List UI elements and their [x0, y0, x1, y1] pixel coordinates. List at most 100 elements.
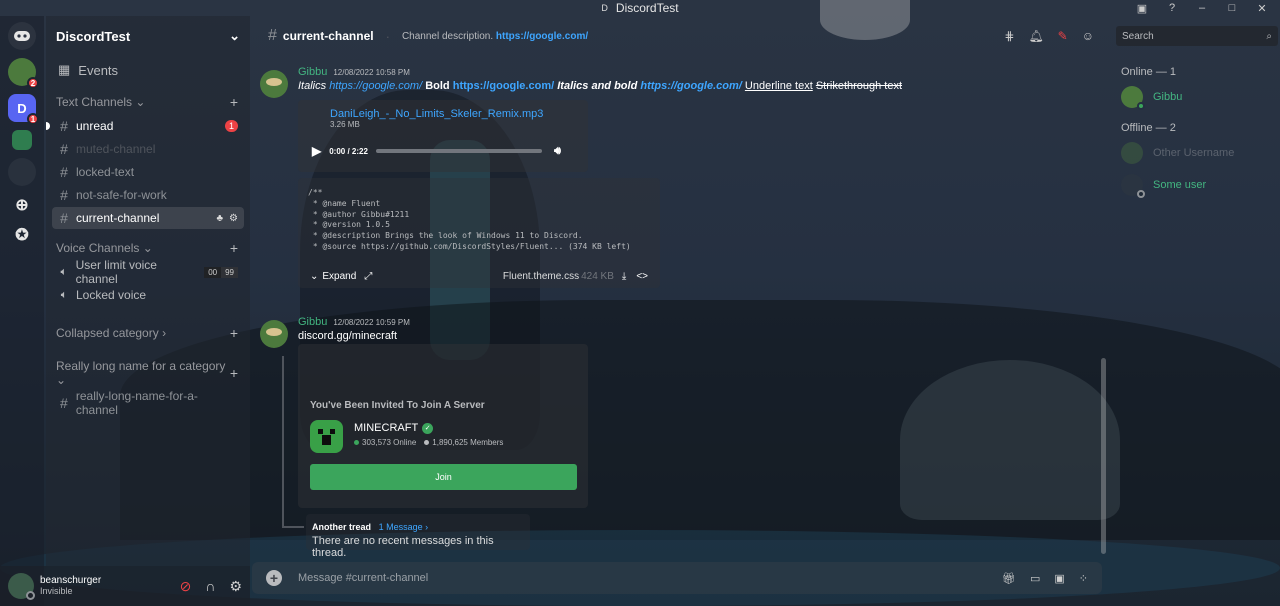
channel-label: really-long-name-for-a-channel	[75, 389, 198, 417]
voice-channel-locked[interactable]: 🔈︎ Locked voice	[52, 284, 244, 306]
gear-icon[interactable]: ⚙	[229, 578, 242, 595]
code-file-name: Fluent.theme.css	[502, 270, 580, 282]
category-text-channels[interactable]: Text Channels ⌄ +	[52, 84, 244, 114]
hash-icon: #	[60, 141, 68, 157]
description-link[interactable]: https://google.com/	[496, 31, 588, 42]
audio-file-size: 3.26 MB	[330, 120, 360, 129]
chevron-right-icon: ›	[162, 326, 167, 340]
explore-servers-icon[interactable]: ✪	[11, 224, 33, 246]
user-panel: beanschurger Invisible ⊘ ∩ ⚙	[0, 566, 250, 606]
attach-plus-icon[interactable]: +	[266, 570, 282, 586]
play-icon[interactable]: ▶	[312, 144, 321, 158]
invite-user-icon[interactable]: ♣	[216, 213, 223, 224]
search-input[interactable]	[1122, 30, 1252, 42]
message-link[interactable]: https://google.com/	[329, 80, 422, 92]
user-limit-badge: 00 99	[204, 266, 238, 278]
microphone-muted-icon[interactable]: ⊘	[180, 578, 192, 595]
message-link[interactable]: https://google.com/	[453, 80, 554, 92]
thread-name[interactable]: Another tread	[312, 522, 371, 532]
avatar[interactable]	[260, 70, 288, 98]
voice-channel-user-limit[interactable]: 🔈︎ User limit voice channel 00 99	[52, 258, 244, 286]
message-content: discord.gg/minecraft	[298, 330, 398, 342]
server-mention-badge: 1	[27, 113, 39, 125]
locked-hash-icon: #	[60, 164, 68, 180]
bold-text: Bold	[425, 80, 450, 92]
channel-unread[interactable]: # unread 1	[46, 115, 244, 137]
volume-icon[interactable]: 🔊︎	[554, 145, 561, 158]
category-label: Really long name for a category	[56, 359, 226, 373]
scrollbar[interactable]	[1101, 358, 1106, 554]
channel-locked-text[interactable]: # locked-text	[52, 161, 244, 183]
category-voice-channels[interactable]: Voice Channels ⌄ +	[52, 230, 244, 260]
sticker-icon[interactable]: ▣	[1054, 572, 1064, 585]
help-icon[interactable]: ?	[1166, 2, 1178, 14]
threads-icon[interactable]: ⋕	[1004, 29, 1014, 43]
member-item[interactable]: Gibbu	[1121, 84, 1271, 110]
expand-arrows-icon[interactable]: ⤢	[364, 271, 372, 282]
message-input[interactable]	[298, 572, 898, 584]
channel-current[interactable]: # current-channel ♣ ⚙	[52, 207, 244, 229]
member-group-header: Online — 1	[1121, 66, 1177, 78]
minimize-button[interactable]: –	[1196, 2, 1208, 14]
bell-icon[interactable]: 🔔︎	[1028, 29, 1043, 43]
channel-title: current-channel	[282, 29, 374, 43]
search-box: ⌕	[1116, 26, 1278, 46]
message-composer: + 🎁︎ ▭ ▣ ⁘	[252, 562, 1102, 594]
channel-label: locked-text	[76, 165, 135, 179]
category-label: Voice Channels	[56, 241, 140, 255]
avatar[interactable]	[260, 320, 288, 348]
member-item[interactable]: Some user	[1121, 172, 1271, 198]
server-folder[interactable]	[8, 158, 36, 186]
add-channel-icon[interactable]: +	[230, 365, 238, 381]
message-author[interactable]: Gibbu	[298, 316, 327, 328]
username[interactable]: beanschurger	[40, 576, 101, 587]
audio-progress-bar[interactable]	[375, 149, 542, 153]
headphones-icon[interactable]: ∩	[205, 578, 215, 595]
discord-home-icon[interactable]	[8, 22, 36, 50]
gif-icon[interactable]: ▭	[1030, 572, 1040, 585]
screen-share-icon[interactable]: ▣	[1136, 2, 1148, 15]
apps-icon[interactable]: ⁘	[1079, 572, 1088, 585]
member-list: Online — 1 Gibbu Offline — 2 Other Usern…	[1112, 56, 1280, 566]
events-item[interactable]: ▦ Events	[52, 56, 244, 84]
add-server-icon[interactable]: ⊕	[11, 194, 33, 216]
guild-header[interactable]: DiscordTest ⌄	[46, 16, 250, 56]
chevron-down-icon: ⌄	[310, 270, 319, 282]
download-icon[interactable]: ⤓	[622, 271, 626, 282]
members-icon[interactable]: ☺	[1082, 29, 1094, 43]
limit-max: 99	[221, 266, 238, 278]
channel-long-name[interactable]: # really-long-name-for-a-channel	[52, 389, 244, 417]
calendar-icon: ▦	[58, 62, 71, 77]
bold-italic-text: Italics and bold	[557, 80, 638, 92]
server-green[interactable]	[12, 130, 32, 150]
code-icon[interactable]: <>	[636, 271, 648, 282]
thread-preview[interactable]: Another tread 1 Message › There are no r…	[306, 514, 530, 559]
category-collapsed[interactable]: Collapsed category › +	[52, 307, 244, 345]
server-pepe[interactable]: 2	[8, 58, 39, 89]
pin-icon[interactable]: ✎	[1058, 29, 1068, 43]
add-channel-icon[interactable]: +	[230, 94, 238, 110]
close-button[interactable]: ✕	[1256, 2, 1268, 15]
message-timestamp: 12/08/2022 10:59 PM	[333, 318, 410, 327]
online-count-text: 303,573 Online	[362, 438, 417, 447]
verified-icon: ✓	[422, 422, 434, 434]
thread-message-count[interactable]: 1 Message ›	[379, 522, 429, 532]
add-channel-icon[interactable]: +	[230, 325, 238, 341]
message-link[interactable]: https://google.com/	[640, 80, 741, 92]
audio-file-name[interactable]: DaniLeigh_-_No_Limits_Skeler_Remix.mp3	[330, 108, 588, 120]
add-channel-icon[interactable]: +	[230, 240, 238, 256]
category-label: Collapsed category	[56, 326, 159, 340]
server-d[interactable]: D 1	[8, 94, 39, 125]
gear-icon[interactable]: ⚙	[229, 213, 238, 224]
gift-icon[interactable]: 🎁︎	[1002, 572, 1016, 585]
member-item[interactable]: Other Username	[1121, 140, 1271, 166]
avatar[interactable]	[8, 573, 35, 600]
category-long-name[interactable]: Really long name for a category ⌄ +	[52, 345, 244, 391]
expand-button[interactable]: Expand	[322, 271, 356, 282]
channel-muted[interactable]: # muted-channel	[52, 138, 244, 160]
maximize-button[interactable]: □	[1226, 2, 1238, 14]
message-list: Gibbu 12/08/2022 10:58 PM Italics https:…	[252, 60, 1104, 559]
channel-nsfw[interactable]: # not-safe-for-work	[52, 184, 244, 206]
message-author[interactable]: Gibbu	[298, 66, 327, 78]
join-button[interactable]: Join	[310, 464, 577, 490]
